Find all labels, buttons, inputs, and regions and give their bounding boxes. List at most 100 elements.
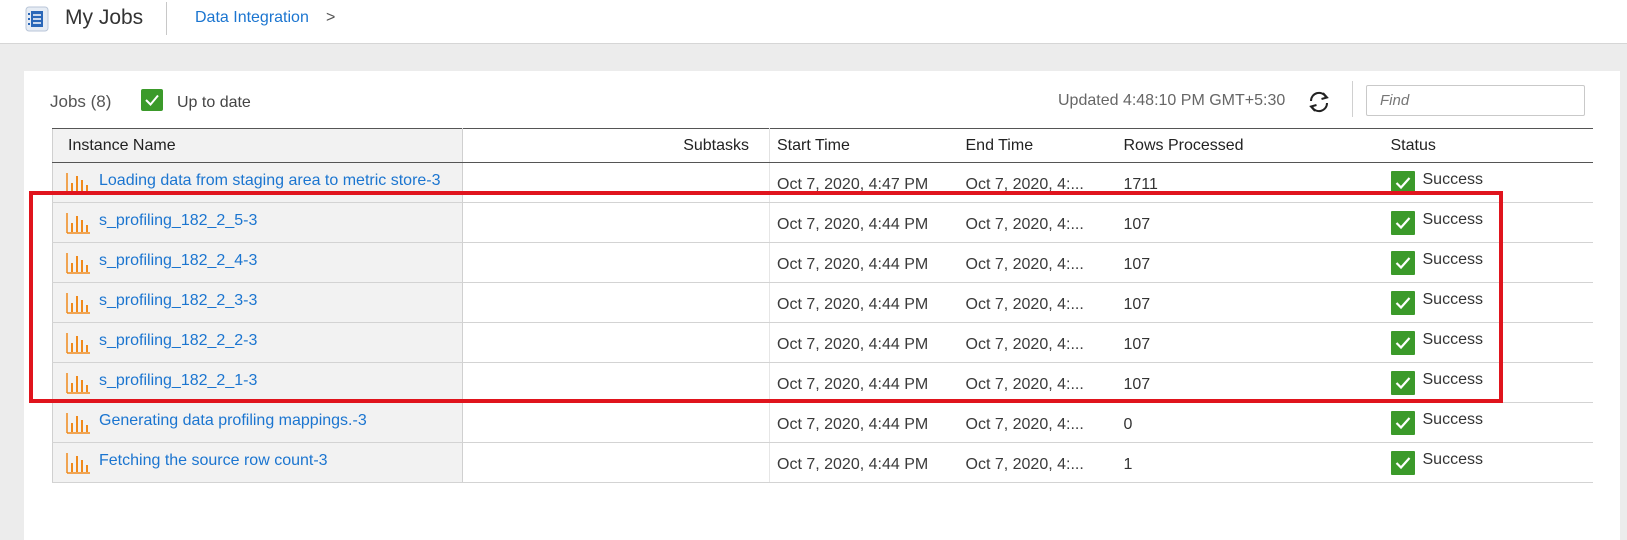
bar-chart-icon <box>65 331 91 355</box>
bar-chart-icon <box>65 451 91 475</box>
start-time-cell: Oct 7, 2020, 4:44 PM <box>769 442 959 483</box>
end-time-cell: Oct 7, 2020, 4:... <box>958 162 1114 203</box>
status-text: Success <box>1422 370 1483 388</box>
status-cell: Success <box>1390 322 1593 363</box>
status-text: Success <box>1422 330 1483 348</box>
job-instance-link[interactable]: Fetching the source row count-3 <box>99 452 328 470</box>
status-cell: Success <box>1390 202 1593 243</box>
end-time-cell: Oct 7, 2020, 4:... <box>958 282 1114 323</box>
end-time-cell: Oct 7, 2020, 4:... <box>958 322 1114 363</box>
status-cell: Success <box>1390 242 1593 283</box>
job-instance-link[interactable]: s_profiling_182_2_2-3 <box>99 332 257 350</box>
end-time-cell: Oct 7, 2020, 4:... <box>958 442 1114 483</box>
find-input[interactable] <box>1366 85 1585 116</box>
column-header-rows-processed[interactable]: Rows Processed <box>1113 128 1391 163</box>
header-divider <box>166 2 167 35</box>
table-row[interactable]: s_profiling_182_2_5-3 Oct 7, 2020, 4:44 P… <box>52 202 1593 243</box>
job-instance-link[interactable]: s_profiling_182_2_4-3 <box>99 252 257 270</box>
refresh-icon[interactable] <box>1306 89 1332 115</box>
column-header-status[interactable]: Status <box>1390 128 1593 163</box>
subtasks-cell <box>462 282 770 323</box>
rows-processed-cell: 107 <box>1113 282 1391 323</box>
check-icon <box>141 89 163 111</box>
table-row[interactable]: Fetching the source row count-3 Oct 7, 20… <box>52 442 1593 483</box>
subtasks-cell <box>462 362 770 403</box>
subtasks-cell <box>462 242 770 283</box>
status-cell: Success <box>1390 162 1593 203</box>
instance-name-cell: s_profiling_182_2_2-3 <box>52 322 463 363</box>
success-check-icon <box>1390 410 1415 435</box>
start-time-cell: Oct 7, 2020, 4:44 PM <box>769 242 959 283</box>
job-instance-link[interactable]: s_profiling_182_2_3-3 <box>99 292 257 310</box>
job-instance-link[interactable]: Generating data profiling mappings.-3 <box>99 412 367 430</box>
bar-chart-icon <box>65 171 91 195</box>
rows-processed-cell: 107 <box>1113 242 1391 283</box>
success-check-icon <box>1390 290 1415 315</box>
rows-processed-cell: 1 <box>1113 442 1391 483</box>
table-row[interactable]: s_profiling_182_2_3-3 Oct 7, 2020, 4:44 P… <box>52 282 1593 323</box>
column-header-start-time[interactable]: Start Time <box>769 128 959 163</box>
job-instance-link[interactable]: s_profiling_182_2_1-3 <box>99 372 257 390</box>
start-time-cell: Oct 7, 2020, 4:44 PM <box>769 322 959 363</box>
bar-chart-icon <box>65 371 91 395</box>
rows-processed-cell: 107 <box>1113 202 1391 243</box>
status-text: Success <box>1422 210 1483 228</box>
start-time-cell: Oct 7, 2020, 4:44 PM <box>769 402 959 443</box>
instance-name-cell: s_profiling_182_2_5-3 <box>52 202 463 243</box>
instance-name-cell: Generating data profiling mappings.-3 <box>52 402 463 443</box>
subtasks-cell <box>462 202 770 243</box>
start-time-cell: Oct 7, 2020, 4:44 PM <box>769 202 959 243</box>
up-to-date-label: Up to date <box>177 94 251 111</box>
job-instance-link[interactable]: Loading data from staging area to metric… <box>99 172 441 190</box>
jobs-table: Instance Name Subtasks Start Time End Ti… <box>52 128 1593 483</box>
start-time-cell: Oct 7, 2020, 4:44 PM <box>769 282 959 323</box>
updated-timestamp: Updated 4:48:10 PM GMT+5:30 <box>1058 92 1286 109</box>
breadcrumb-separator: > <box>326 9 336 26</box>
bar-chart-icon <box>65 211 91 235</box>
column-header-subtasks[interactable]: Subtasks <box>462 128 770 163</box>
top-bar: My Jobs Data Integration > <box>0 0 1627 44</box>
rows-processed-cell: 107 <box>1113 362 1391 403</box>
column-header-end-time[interactable]: End Time <box>958 128 1114 163</box>
rows-processed-cell: 107 <box>1113 322 1391 363</box>
end-time-cell: Oct 7, 2020, 4:... <box>958 202 1114 243</box>
subtasks-cell <box>462 162 770 203</box>
instance-name-cell: s_profiling_182_2_3-3 <box>52 282 463 323</box>
subtasks-cell <box>462 402 770 443</box>
subtasks-cell <box>462 442 770 483</box>
status-cell: Success <box>1390 402 1593 443</box>
instance-name-cell: Fetching the source row count-3 <box>52 442 463 483</box>
job-instance-link[interactable]: s_profiling_182_2_5-3 <box>99 212 257 230</box>
status-text: Success <box>1422 290 1483 308</box>
instance-name-cell: s_profiling_182_2_4-3 <box>52 242 463 283</box>
success-check-icon <box>1390 330 1415 355</box>
status-text: Success <box>1422 410 1483 428</box>
success-check-icon <box>1390 210 1415 235</box>
page-title: My Jobs <box>65 6 144 29</box>
status-text: Success <box>1422 450 1483 468</box>
job-list-icon <box>25 6 49 32</box>
table-row[interactable]: s_profiling_182_2_4-3 Oct 7, 2020, 4:44 P… <box>52 242 1593 283</box>
table-row[interactable]: Generating data profiling mappings.-3 Oct… <box>52 402 1593 443</box>
start-time-cell: Oct 7, 2020, 4:47 PM <box>769 162 959 203</box>
table-row[interactable]: Loading data from staging area to metric… <box>52 162 1593 203</box>
table-row[interactable]: s_profiling_182_2_1-3 Oct 7, 2020, 4:44 P… <box>52 362 1593 403</box>
instance-name-cell: Loading data from staging area to metric… <box>52 162 463 203</box>
bar-chart-icon <box>65 411 91 435</box>
status-cell: Success <box>1390 362 1593 403</box>
table-header-row: Instance Name Subtasks Start Time End Ti… <box>52 128 1593 163</box>
rows-processed-cell: 0 <box>1113 402 1391 443</box>
status-cell: Success <box>1390 282 1593 323</box>
success-check-icon <box>1390 250 1415 275</box>
column-header-instance-name[interactable]: Instance Name <box>52 128 463 163</box>
instance-name-cell: s_profiling_182_2_1-3 <box>52 362 463 403</box>
rows-processed-cell: 1711 <box>1113 162 1391 203</box>
toolbar-divider <box>1352 81 1353 117</box>
status-text: Success <box>1422 250 1483 268</box>
end-time-cell: Oct 7, 2020, 4:... <box>958 362 1114 403</box>
jobs-count: Jobs (8) <box>50 92 112 111</box>
end-time-cell: Oct 7, 2020, 4:... <box>958 402 1114 443</box>
table-row[interactable]: s_profiling_182_2_2-3 Oct 7, 2020, 4:44 P… <box>52 322 1593 363</box>
start-time-cell: Oct 7, 2020, 4:44 PM <box>769 362 959 403</box>
breadcrumb-data-integration[interactable]: Data Integration <box>195 9 309 27</box>
